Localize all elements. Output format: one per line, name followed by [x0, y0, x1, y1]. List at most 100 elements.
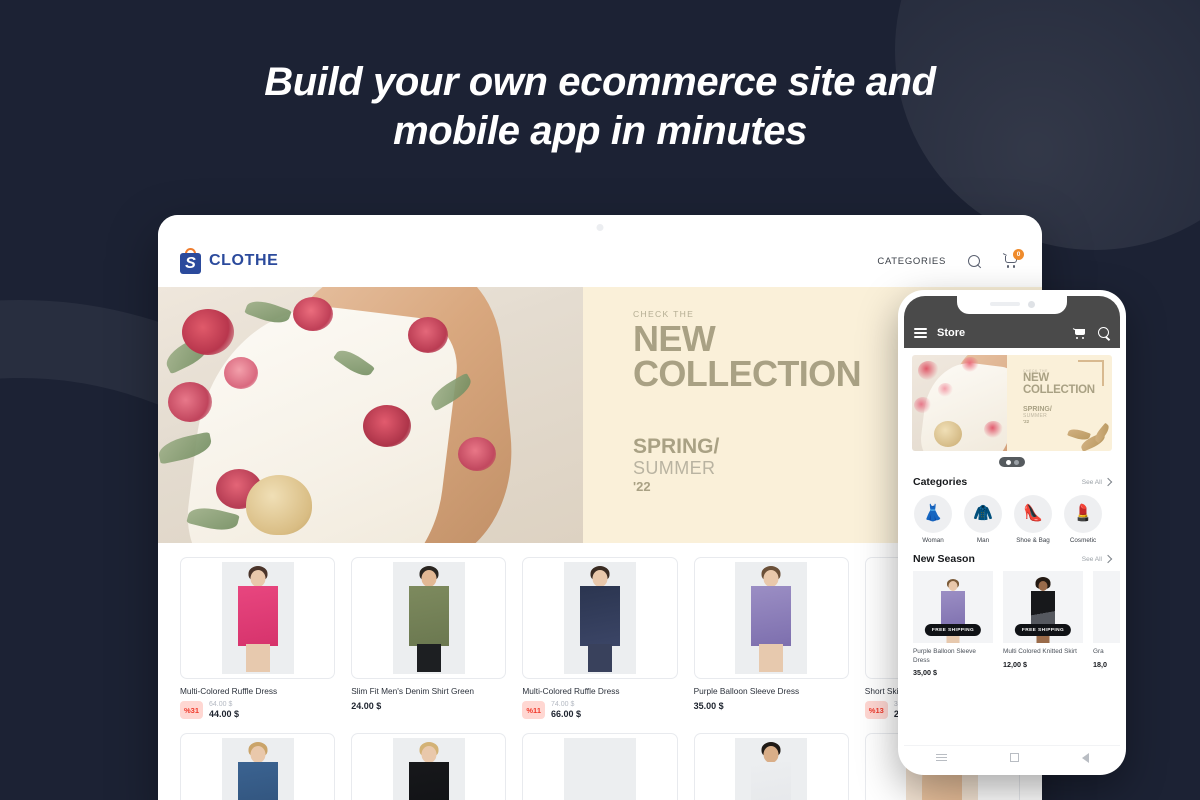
see-all-label: See All	[1081, 478, 1102, 486]
product-price-row: %11 74.00 $ 66.00 $	[522, 701, 677, 720]
product-title: Multi Colored Knitted Skirt	[1003, 648, 1077, 655]
product-image	[522, 557, 678, 679]
jacket-icon: 🧥	[964, 495, 1002, 533]
product-price-row: %31 64.00 $ 44.00 $	[180, 701, 335, 720]
carousel-dot-active[interactable]	[1005, 459, 1011, 465]
cosmetic-icon: 💄	[1064, 495, 1102, 533]
nav-categories[interactable]: CATEGORIES	[877, 256, 946, 267]
product-card[interactable]	[351, 733, 507, 800]
product-price: 18,0	[1093, 659, 1107, 669]
shopping-bag-icon: S	[180, 248, 201, 274]
category-item[interactable]: 🧥 Man	[963, 495, 1003, 544]
product-image: FREE SHIPPING	[1003, 571, 1083, 643]
appbar-title: Store	[937, 327, 966, 339]
hero-corner-accent	[1078, 360, 1104, 386]
product-card[interactable]: Slim Fit Men's Denim Shirt Green 24.00 $	[351, 557, 507, 719]
site-header: S CLOTHE CATEGORIES 0	[158, 235, 1042, 287]
discount-badge: %11	[522, 701, 545, 720]
carousel-indicator[interactable]	[999, 457, 1025, 467]
mobile-product-card[interactable]: FREE SHIPPING Multi Colored Knitted Skir…	[1003, 571, 1083, 677]
search-icon[interactable]	[1098, 327, 1110, 339]
category-label: Man	[976, 537, 990, 544]
product-image	[351, 733, 507, 800]
headline-line-2: mobile app in minutes	[393, 109, 807, 153]
cart-icon[interactable]	[1072, 327, 1086, 339]
android-nav-bar	[904, 745, 1120, 769]
decorative-leaves	[1052, 411, 1112, 451]
product-title: Multi-Colored Ruffle Dress	[180, 686, 278, 696]
logo-letter: S	[185, 254, 196, 272]
product-card[interactable]: Multi-Colored Ruffle Dress %11 74.00 $ 6…	[522, 557, 678, 720]
product-image	[180, 733, 336, 800]
product-price: 24.00 $	[351, 701, 382, 712]
search-icon[interactable]	[968, 254, 981, 268]
chevron-right-icon	[1103, 477, 1113, 487]
product-price-row: 35.00 $	[694, 701, 849, 711]
back-triangle-icon[interactable]	[1081, 752, 1089, 763]
product-image	[522, 733, 678, 800]
free-shipping-badge: FREE SHIPPING	[924, 624, 982, 636]
phone-notch	[957, 296, 1067, 314]
category-label: Shoe & Bag	[1016, 537, 1050, 544]
hero-photo	[158, 287, 583, 543]
headline-line-1: Build your own ecommerce site and	[264, 60, 936, 104]
product-price: 35,00 $	[913, 668, 937, 678]
product-price: 66.00 $	[551, 709, 582, 720]
dress-icon: 👗	[914, 495, 952, 533]
product-image	[693, 557, 849, 679]
section-title: New Season	[913, 553, 975, 565]
category-label: Woman	[922, 537, 944, 544]
camera-dot	[596, 224, 604, 231]
discount-badge: %13	[864, 701, 888, 720]
product-image	[180, 557, 336, 679]
product-card[interactable]	[522, 733, 678, 800]
hero-title-line2: COLLECTION	[1023, 383, 1095, 396]
product-card[interactable]: Purple Balloon Sleeve Dress 35.00 $	[693, 557, 849, 719]
page-title: Build your own ecommerce site and mobile…	[0, 58, 1200, 156]
mobile-appbar: Store	[904, 318, 1120, 348]
mobile-hero-banner[interactable]: CHECK THE NEW COLLECTION SPRING/ SUMMER …	[912, 355, 1112, 451]
product-title: Purple Balloon Sleeve Dress	[693, 686, 800, 696]
product-price: 35.00 $	[693, 701, 724, 712]
hamburger-icon[interactable]	[914, 328, 927, 338]
cart-button[interactable]: 0	[1002, 249, 1024, 269]
categories-list: 👗 Woman 🧥 Man 👠 Shoe & Bag 💄 Cosmetic	[913, 495, 1120, 544]
phone-mockup: Store CHECK THE NEW COLLECTION SPRING/ S…	[898, 290, 1126, 775]
product-image	[1093, 571, 1120, 643]
appbar-actions	[1072, 327, 1110, 339]
new-season-list: FREE SHIPPING Purple Balloon Sleeve Dres…	[913, 571, 1120, 677]
product-card[interactable]	[693, 733, 849, 800]
see-all-categories[interactable]: See All	[1081, 477, 1113, 487]
free-shipping-badge: FREE SHIPPING	[1014, 624, 1072, 636]
category-item[interactable]: 👗 Woman	[913, 495, 953, 544]
product-card[interactable]: Multi-Colored Ruffle Dress %31 64.00 $ 4…	[180, 557, 336, 720]
mobile-product-card[interactable]: FREE SHIPPING Purple Balloon Sleeve Dres…	[913, 571, 993, 677]
see-all-label: See All	[1081, 555, 1102, 563]
product-card[interactable]	[180, 733, 336, 800]
front-camera-icon	[1027, 300, 1035, 308]
product-title: Slim Fit Men's Denim Shirt Green	[351, 686, 475, 696]
product-title: Purple Balloon Sleeve Dress	[913, 648, 976, 664]
see-all-new-season[interactable]: See All	[1081, 554, 1113, 564]
shoe-icon: 👠	[1014, 495, 1052, 533]
home-square-icon[interactable]	[1009, 753, 1019, 762]
product-price: 12,00 $	[1003, 659, 1027, 669]
product-image	[351, 557, 507, 679]
product-old-price: 74.00 $	[551, 701, 575, 709]
site-logo[interactable]: S CLOTHE	[180, 248, 278, 274]
category-item[interactable]: 💄 Cosmetic	[1063, 495, 1103, 544]
mobile-product-card[interactable]: Gra 18,0	[1093, 571, 1120, 677]
product-title: Multi-Colored Ruffle Dress	[522, 686, 620, 696]
product-title: Gra	[1093, 648, 1104, 655]
site-nav: CATEGORIES 0	[877, 249, 1024, 269]
category-item[interactable]: 👠 Shoe & Bag	[1013, 495, 1053, 544]
recents-icon[interactable]	[935, 753, 947, 762]
category-label: Cosmetic	[1069, 537, 1097, 544]
phone-screen: Store CHECK THE NEW COLLECTION SPRING/ S…	[904, 296, 1120, 769]
section-title: Categories	[913, 476, 968, 488]
carousel-dot[interactable]	[1013, 459, 1019, 465]
page-root: Build your own ecommerce site and mobile…	[0, 0, 1200, 800]
chevron-right-icon	[1103, 554, 1113, 564]
phone-notch-bar	[904, 296, 1120, 318]
product-image	[693, 733, 849, 800]
